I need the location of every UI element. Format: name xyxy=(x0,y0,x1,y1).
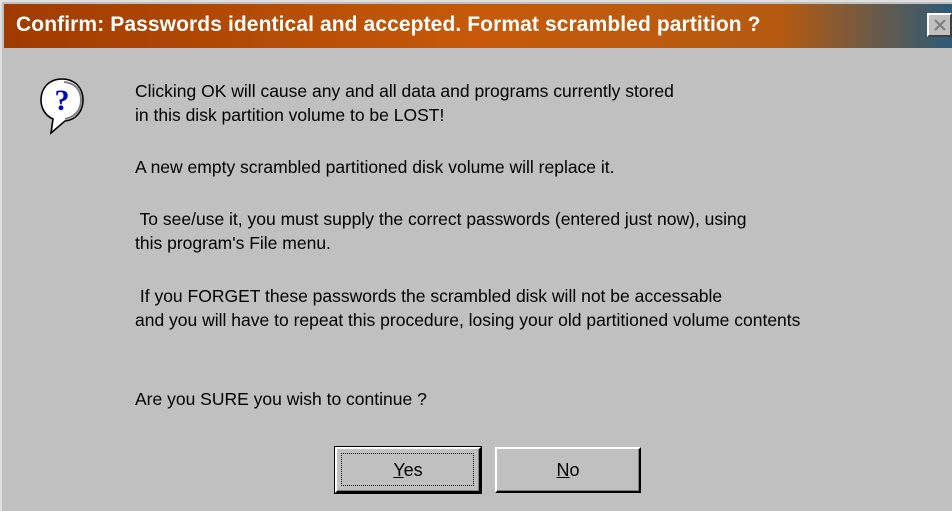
message-line-5: this program's File menu. xyxy=(135,233,331,253)
confirm-question: Are you SURE you wish to continue ? xyxy=(135,389,427,409)
message-line-6: If you FORGET these passwords the scramb… xyxy=(135,286,723,306)
message-line-2: in this disk partition volume to be LOST… xyxy=(135,105,445,125)
svg-text:?: ? xyxy=(55,84,70,117)
yes-button-label: Yes xyxy=(337,460,479,481)
message-line-7: and you will have to repeat this procedu… xyxy=(135,310,801,330)
title-bar[interactable]: Confirm: Passwords identical and accepte… xyxy=(4,4,952,48)
close-button[interactable] xyxy=(927,13,952,37)
question-icon: ? xyxy=(38,76,86,140)
yes-label-rest: es xyxy=(403,460,423,480)
window-title: Confirm: Passwords identical and accepte… xyxy=(16,13,761,36)
confirm-dialog: Confirm: Passwords identical and accepte… xyxy=(0,0,952,511)
message-line-1: Clicking OK will cause any and all data … xyxy=(135,81,674,101)
no-label-rest: o xyxy=(569,460,580,480)
message-line-3: A new empty scrambled partitioned disk v… xyxy=(135,157,615,177)
no-button-label: No xyxy=(497,460,639,481)
no-mnemonic: N xyxy=(556,460,570,480)
no-button[interactable]: No xyxy=(495,447,641,493)
yes-mnemonic: Y xyxy=(393,460,404,480)
message-line-4: To see/use it, you must supply the corre… xyxy=(135,209,747,229)
yes-button[interactable]: Yes xyxy=(334,446,482,494)
